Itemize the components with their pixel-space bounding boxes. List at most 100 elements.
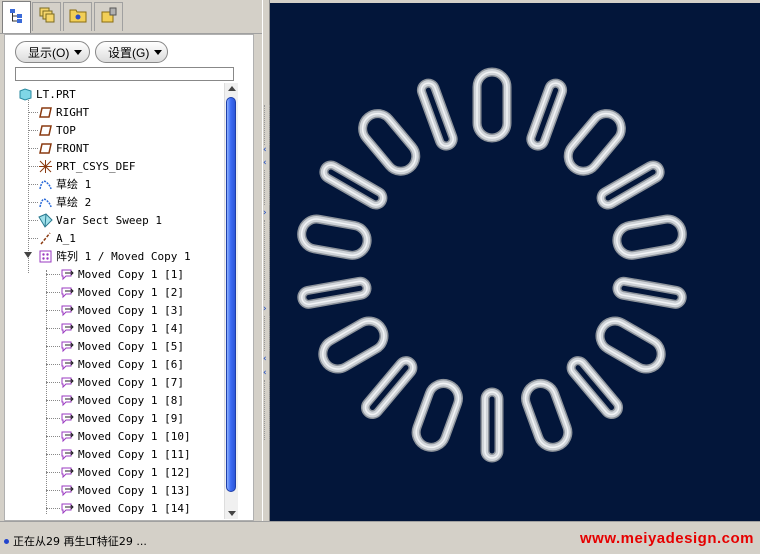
moved-copy-icon	[59, 392, 75, 408]
tree-item-label: Moved Copy 1 [13]	[78, 483, 191, 497]
scroll-down-arrow-icon[interactable]	[228, 511, 236, 516]
chain-link	[472, 67, 512, 143]
tab-model-tree[interactable]	[2, 1, 31, 33]
tree-item-moved-copy[interactable]: Moved Copy 1 [3]	[59, 301, 184, 319]
status-message: 正在从29 再生LT特征29 ...	[4, 533, 147, 549]
tree-item-label: 阵列 1 / Moved Copy 1	[56, 250, 191, 263]
tree-item-moved-copy[interactable]: Moved Copy 1 [5]	[59, 337, 184, 355]
tree-item-axis[interactable]: A_1	[37, 229, 76, 247]
model-tree-pane: 显示(O) 设置(G) LT.PRT RIGHT TOP FRONT PRT_C…	[0, 0, 262, 521]
tree-item-moved-copy[interactable]: Moved Copy 1 [10]	[59, 427, 191, 445]
chain-link	[612, 214, 687, 260]
tab-favorites[interactable]	[94, 2, 123, 31]
settings-dropdown-button[interactable]: 设置(G)	[95, 41, 168, 63]
tree-scrollbar[interactable]	[224, 83, 238, 519]
chain-link	[563, 109, 626, 176]
tree-item-label: PRT_CSYS_DEF	[56, 159, 136, 173]
tree-item-moved-copy[interactable]: Moved Copy 1 [11]	[59, 445, 191, 463]
tree-item-moved-copy[interactable]: Moved Copy 1 [6]	[59, 355, 184, 373]
expand-right-icon[interactable]: ›	[263, 304, 267, 314]
tree-item-sweep[interactable]: Var Sect Sweep 1	[37, 211, 162, 229]
tree-item-label: 草绘 2	[56, 196, 92, 209]
moved-copy-icon	[59, 500, 75, 516]
chain-link	[526, 78, 568, 151]
chain-link	[360, 356, 418, 420]
chain-link	[596, 160, 665, 210]
tree-item-label: Moved Copy 1 [2]	[78, 285, 184, 299]
scrollbar-thumb[interactable]	[226, 97, 236, 492]
tree-item-label: FRONT	[56, 141, 90, 155]
moved-copy-icon	[59, 320, 75, 336]
chain-link	[480, 387, 504, 463]
tree-filter-field[interactable]	[15, 67, 234, 81]
moved-copy-icon	[59, 356, 75, 372]
model-tree-icon	[8, 7, 26, 29]
moved-copy-icon	[59, 428, 75, 444]
tree-item-moved-copy[interactable]: Moved Copy 1 [7]	[59, 373, 184, 391]
status-bar: 正在从29 再生LT特征29 ... www.meiyadesign.com	[0, 521, 760, 554]
moved-copy-icon	[59, 302, 75, 318]
tab-layers[interactable]	[32, 2, 61, 31]
tree-item-moved-copy[interactable]: Moved Copy 1 [14]	[59, 499, 191, 517]
graphics-viewport[interactable]	[270, 3, 760, 521]
tree-item-moved-copy[interactable]: Moved Copy 1 [8]	[59, 391, 184, 409]
status-message-text: 正在从29 再生LT特征29 ...	[13, 535, 147, 548]
pattern-icon	[37, 248, 53, 264]
tree-item-label: Var Sect Sweep 1	[56, 213, 162, 227]
tree-item-label: A_1	[56, 231, 76, 245]
show-dropdown-label: 显示(O)	[28, 45, 70, 60]
tree-root-label: LT.PRT	[36, 87, 76, 101]
tree-item-moved-copy[interactable]: Moved Copy 1 [9]	[59, 409, 184, 427]
tree-item-label: Moved Copy 1 [9]	[78, 411, 184, 425]
collapse-left-icon[interactable]: ‹	[263, 354, 267, 364]
tree-item-moved-copy[interactable]: Moved Copy 1 [12]	[59, 463, 191, 481]
moved-copy-icon	[59, 446, 75, 462]
tree-item-moved-copy[interactable]: Moved Copy 1 [13]	[59, 481, 191, 499]
tree-item-label: Moved Copy 1 [4]	[78, 321, 184, 335]
tree-item-moved-copy[interactable]: Moved Copy 1 [4]	[59, 319, 184, 337]
layers-icon	[38, 6, 56, 28]
collapse-left-icon[interactable]: ‹	[263, 368, 267, 378]
show-dropdown-button[interactable]: 显示(O)	[15, 41, 90, 63]
collapse-arrow-icon[interactable]	[24, 252, 32, 258]
moved-copy-icon	[59, 374, 75, 390]
favorites-icon	[100, 6, 118, 28]
model-tree-panel: 显示(O) 设置(G) LT.PRT RIGHT TOP FRONT PRT_C…	[4, 34, 254, 521]
chain-link	[318, 316, 389, 374]
pane-splitter[interactable]: ‹ ‹ › › ‹ ‹	[262, 0, 270, 521]
scroll-up-arrow-icon[interactable]	[228, 86, 236, 91]
moved-copy-icon	[59, 482, 75, 498]
tree-item-right[interactable]: RIGHT	[37, 103, 89, 121]
chain-link	[411, 378, 463, 452]
tree-item-label: Moved Copy 1 [8]	[78, 393, 184, 407]
model-tree: LT.PRT RIGHT TOP FRONT PRT_CSYS_DEF 草绘 1…	[15, 83, 222, 519]
chain-link	[566, 356, 624, 420]
sketch-icon	[37, 176, 53, 192]
tree-item-sketch-1[interactable]: 草绘 1	[37, 175, 91, 193]
chain-link	[416, 78, 458, 151]
chain-link	[319, 160, 388, 210]
collapse-left-icon[interactable]: ‹	[263, 158, 267, 168]
tree-item-label: Moved Copy 1 [1]	[78, 267, 184, 281]
tree-item-label: Moved Copy 1 [12]	[78, 465, 191, 479]
datum-plane-icon	[37, 122, 53, 138]
tree-item-front[interactable]: FRONT	[37, 139, 89, 157]
collapse-left-icon[interactable]: ‹	[263, 145, 267, 155]
expand-right-icon[interactable]: ›	[263, 208, 267, 218]
sketch-icon	[37, 194, 53, 210]
moved-copy-icon	[59, 284, 75, 300]
tree-item-label: Moved Copy 1 [5]	[78, 339, 184, 353]
tree-item-label: RIGHT	[56, 105, 90, 119]
tree-item-csys[interactable]: PRT_CSYS_DEF	[37, 157, 135, 175]
moved-copy-icon	[59, 266, 75, 282]
tab-folder-browser[interactable]	[63, 2, 92, 31]
tree-item-sketch-2[interactable]: 草绘 2	[37, 193, 91, 211]
status-bullet-icon	[4, 538, 9, 544]
tree-item-moved-copy[interactable]: Moved Copy 1 [2]	[59, 283, 184, 301]
tree-item-moved-copy[interactable]: Moved Copy 1 [1]	[59, 265, 184, 283]
coordinate-system-icon	[37, 158, 53, 174]
tree-item-pattern[interactable]: 阵列 1 / Moved Copy 1	[37, 247, 191, 265]
chain-ring-model[interactable]	[270, 3, 760, 521]
tree-item-top[interactable]: TOP	[37, 121, 76, 139]
tree-root[interactable]: LT.PRT	[17, 85, 76, 103]
